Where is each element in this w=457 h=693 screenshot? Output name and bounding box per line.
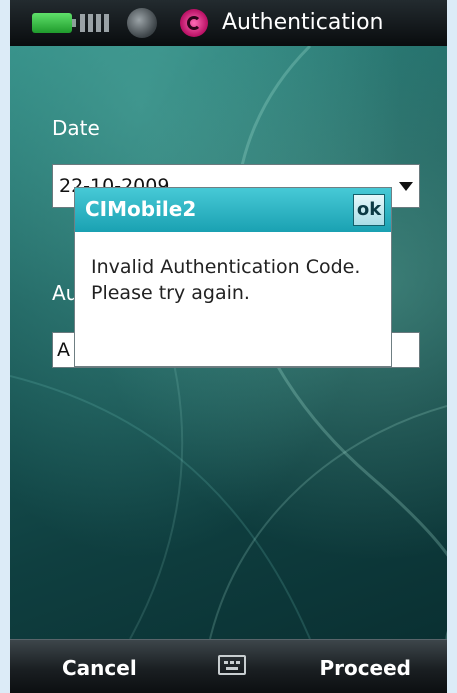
dropdown-arrow-icon[interactable]	[399, 182, 413, 191]
cancel-button[interactable]: Cancel	[62, 656, 137, 680]
softkey-bar: Cancel Proceed	[10, 639, 447, 693]
battery-icon	[32, 13, 76, 33]
window-title: Authentication	[222, 10, 384, 35]
globe-icon	[127, 8, 157, 38]
keyboard-icon[interactable]	[218, 655, 246, 675]
auth-code-value: A	[57, 339, 70, 361]
date-label: Date	[52, 116, 100, 140]
signal-icon	[80, 14, 114, 32]
proceed-button[interactable]: Proceed	[319, 656, 411, 680]
status-bar: Authentication	[10, 0, 447, 46]
error-dialog: CIMobile2 ok Invalid Authentication Code…	[74, 187, 392, 367]
dialog-title: CIMobile2	[85, 197, 197, 221]
ok-button[interactable]: ok	[353, 194, 385, 226]
dialog-message: Invalid Authentication Code. Please try …	[91, 256, 361, 304]
device-screen: Authentication Date 22-10-2009 Au A CIMo…	[10, 0, 447, 693]
content-area: Date 22-10-2009 Au A CIMobile2 ok Invali…	[10, 46, 447, 639]
dialog-header: CIMobile2 ok	[75, 188, 391, 232]
sync-icon	[180, 9, 208, 37]
